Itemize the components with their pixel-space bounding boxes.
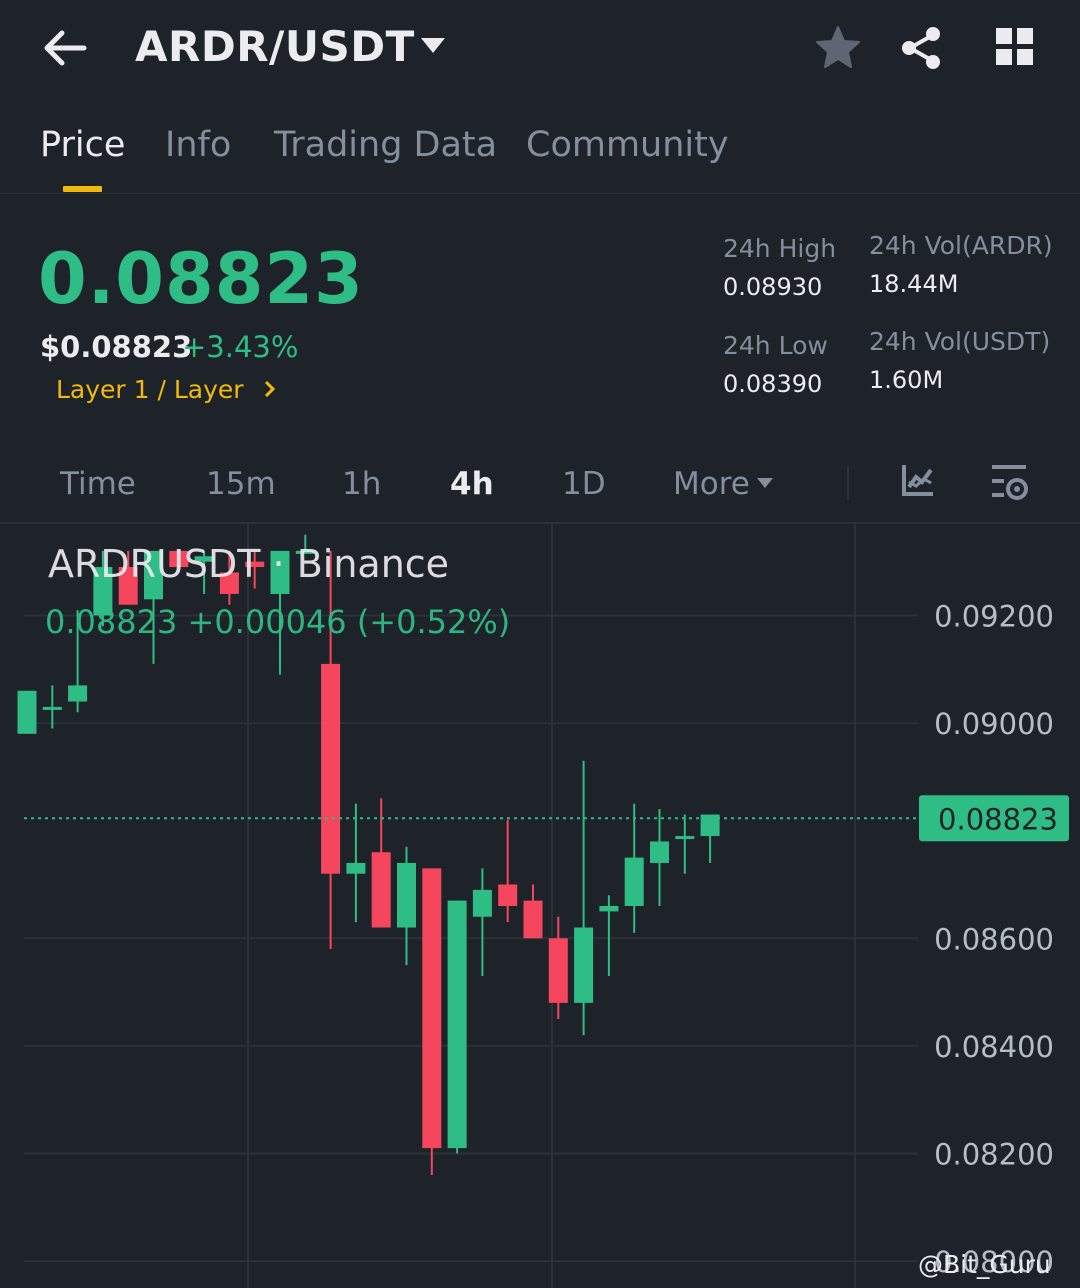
- tab-price[interactable]: Price: [40, 125, 125, 165]
- chart-indicator-icon[interactable]: [900, 462, 936, 498]
- interval-4h[interactable]: 4h: [450, 466, 494, 502]
- active-tab-indicator: [63, 186, 102, 192]
- interval-15m[interactable]: 15m: [206, 466, 276, 502]
- candle-body: [624, 857, 644, 906]
- divider: [847, 466, 849, 500]
- stat-low-label: 24h Low: [723, 331, 828, 360]
- candle-body: [447, 900, 467, 1149]
- star-icon[interactable]: [814, 24, 862, 72]
- divider: [0, 193, 1080, 194]
- y-tick-label: 0.09000: [934, 707, 1054, 741]
- candle-body: [17, 690, 37, 734]
- grid-menu-icon[interactable]: [994, 26, 1036, 68]
- back-arrow-icon[interactable]: [40, 24, 92, 72]
- last-price-tag-text: 0.08823: [938, 802, 1058, 836]
- interval-more[interactable]: More: [673, 466, 750, 502]
- interval-time[interactable]: Time: [60, 466, 136, 502]
- y-tick-label: 0.08600: [934, 922, 1054, 956]
- candle-body: [68, 685, 88, 702]
- interval-1h[interactable]: 1h: [342, 466, 381, 502]
- last-price-tag: 0.08823: [919, 795, 1069, 842]
- stat-high-label: 24h High: [723, 234, 837, 263]
- change-percent: +3.43%: [182, 330, 299, 364]
- stat-vol-quote-value: 1.60M: [869, 366, 944, 394]
- chart-legend-pair: ARDRUSDT · Binance: [48, 542, 450, 586]
- category-link[interactable]: Layer 1 / Layer: [56, 375, 244, 404]
- candle-body: [675, 836, 695, 840]
- chevron-right-icon[interactable]: [262, 380, 278, 398]
- candle-body: [42, 706, 62, 710]
- stat-high-value: 0.08930: [723, 273, 823, 301]
- tab-info[interactable]: Info: [165, 125, 231, 165]
- y-tick-label: 0.08200: [934, 1137, 1054, 1171]
- interval-1d[interactable]: 1D: [562, 466, 606, 502]
- candle-body: [371, 852, 391, 928]
- candle-body: [321, 663, 341, 874]
- chart-settings-icon[interactable]: [990, 462, 1030, 502]
- stat-vol-base-label: 24h Vol(ARDR): [869, 231, 1053, 260]
- stat-low-value: 0.08390: [723, 370, 823, 398]
- candle-body: [498, 884, 518, 906]
- share-icon[interactable]: [898, 24, 946, 72]
- candle-body: [574, 927, 594, 1003]
- caret-down-icon[interactable]: [756, 475, 774, 489]
- watermark: @Bit_Guru: [918, 1250, 1051, 1279]
- usd-price: $0.08823: [40, 330, 193, 364]
- candle-body: [397, 862, 416, 928]
- pair-title[interactable]: ARDR/USDT: [135, 22, 415, 71]
- candle-body: [548, 938, 568, 1003]
- y-tick-label: 0.08400: [934, 1030, 1054, 1064]
- tab-community[interactable]: Community: [526, 125, 729, 165]
- caret-down-icon[interactable]: [420, 36, 446, 56]
- candle-body: [472, 889, 492, 917]
- last-price: 0.08823: [38, 238, 364, 320]
- stat-vol-base-value: 18.44M: [869, 270, 959, 298]
- candle-body: [422, 868, 442, 1149]
- top-bar: ARDR/USDT: [0, 0, 1080, 96]
- chart-legend-values: 0.08823 +0.00046 (+0.52%): [45, 603, 511, 641]
- candle-body: [599, 906, 619, 912]
- candle-body: [650, 841, 669, 863]
- candle-body: [346, 862, 366, 874]
- candle-body: [523, 900, 543, 939]
- stat-vol-quote-label: 24h Vol(USDT): [869, 327, 1051, 356]
- tab-trading-data[interactable]: Trading Data: [274, 125, 497, 165]
- y-tick-label: 0.09200: [934, 599, 1054, 633]
